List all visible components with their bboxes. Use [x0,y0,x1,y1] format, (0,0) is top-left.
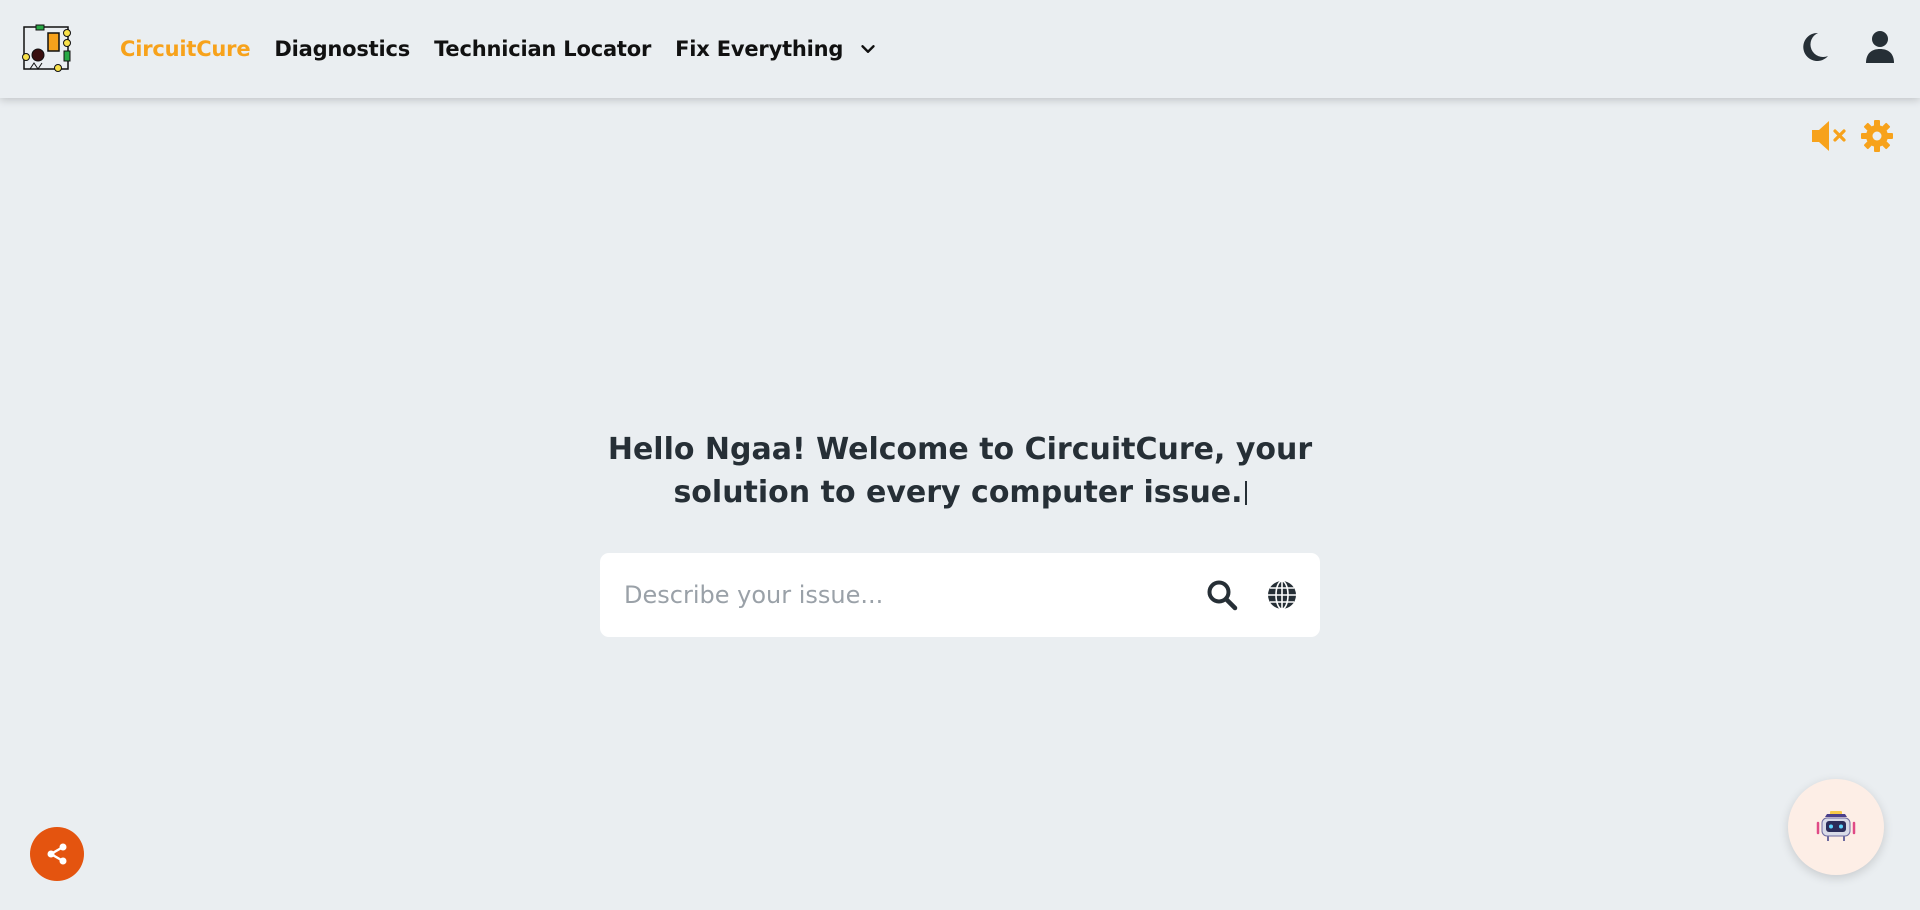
robot-icon [1816,811,1856,841]
circuitcure-logo[interactable] [22,23,74,75]
dark-mode-moon-icon[interactable] [1798,30,1830,64]
nav-item-fix-everything[interactable]: Fix Everything [675,37,843,61]
settings-gear-icon[interactable] [1858,118,1896,154]
chatbot-button[interactable] [1788,779,1884,875]
welcome-line-1: Hello Ngaa! Welcome to CircuitCure, your [607,432,1313,467]
top-navbar: CircuitCure Diagnostics Technician Locat… [0,0,1920,98]
chevron-down-icon[interactable] [857,38,879,60]
welcome-line-2: solution to every computer issue. [673,475,1243,510]
sound-muted-icon[interactable] [1810,118,1848,154]
nav-brand-circuitcure[interactable]: CircuitCure [120,37,251,61]
user-icon[interactable] [1864,30,1896,64]
typing-caret [1244,481,1247,505]
share-button[interactable] [30,827,84,881]
nav-item-diagnostics[interactable]: Diagnostics [274,37,410,61]
nav-item-technician-locator[interactable]: Technician Locator [434,37,651,61]
search-icon[interactable] [1206,579,1238,611]
welcome-heading: Hello Ngaa! Welcome to CircuitCure, your… [560,428,1360,514]
main-nav: CircuitCure Diagnostics Technician Locat… [120,0,879,98]
share-icon [47,843,67,865]
globe-icon[interactable] [1266,579,1298,611]
audio-settings-tools [1810,118,1896,154]
issue-search-input[interactable] [624,581,1190,609]
issue-search-bar [600,553,1320,637]
header-actions [1798,30,1896,64]
